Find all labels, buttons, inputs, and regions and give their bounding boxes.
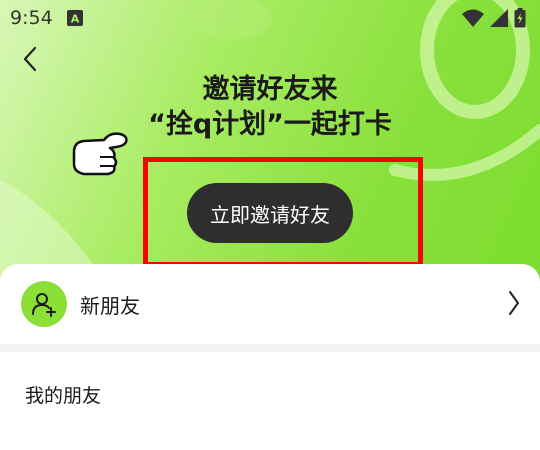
signal-icon xyxy=(490,9,508,27)
wifi-icon xyxy=(462,9,484,27)
status-time: 9:54 xyxy=(10,7,53,29)
add-user-icon xyxy=(21,281,67,327)
friends-panel: 新朋友 我的朋友 xyxy=(0,264,540,450)
status-bar: 9:54 A xyxy=(0,0,540,36)
new-friends-label: 新朋友 xyxy=(80,293,140,318)
headline-line-1: 邀请好友来 xyxy=(202,74,338,105)
notification-icon: A xyxy=(66,10,83,26)
invite-friends-button[interactable]: 立即邀请好友 xyxy=(187,183,353,243)
invite-banner: 9:54 A 邀请好友来 “拴q计划”一起打卡 立即邀请好友 xyxy=(0,0,540,290)
battery-charging-icon xyxy=(514,8,526,28)
chevron-right-icon xyxy=(509,291,519,315)
section-divider xyxy=(0,344,540,352)
back-button[interactable] xyxy=(18,42,42,76)
chevron-left-icon xyxy=(23,46,37,72)
svg-text:A: A xyxy=(70,13,79,26)
my-friends-title: 我的朋友 xyxy=(25,385,102,407)
new-friends-row[interactable]: 新朋友 xyxy=(0,264,540,344)
pointing-hand-icon xyxy=(72,132,128,176)
